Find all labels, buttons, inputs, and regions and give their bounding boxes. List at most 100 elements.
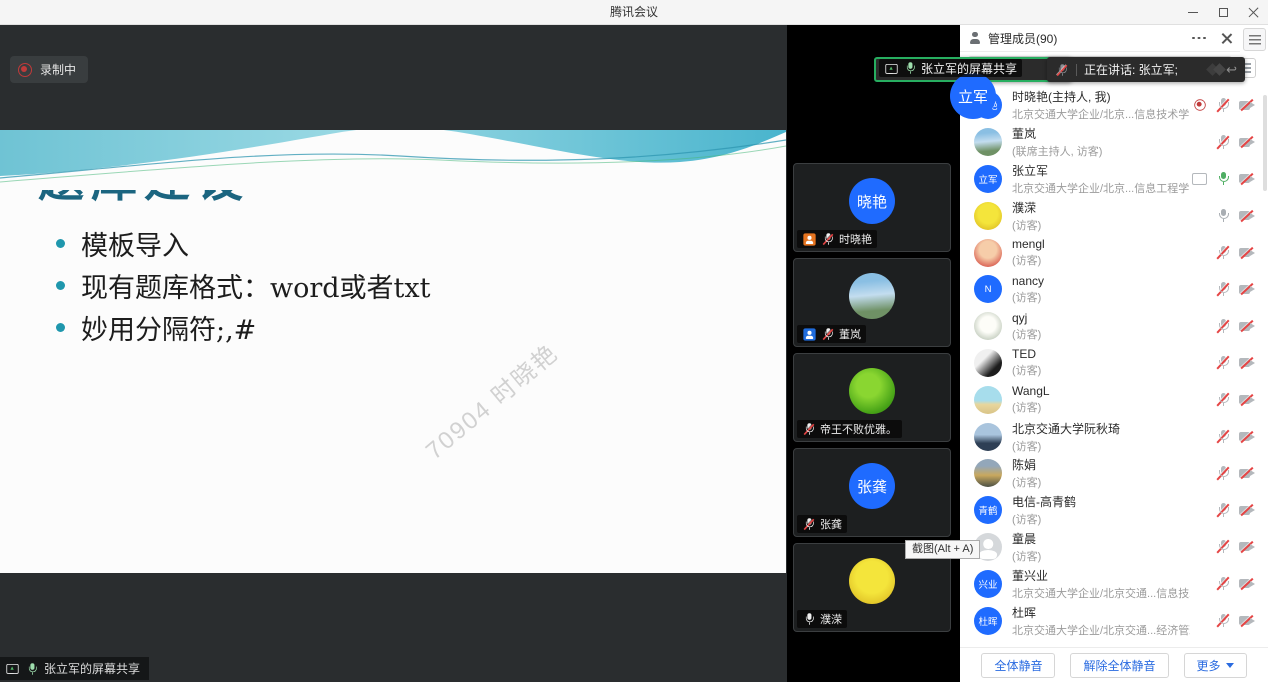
- mic-muted-icon[interactable]: [1216, 281, 1230, 297]
- mic-muted-icon[interactable]: [1216, 502, 1230, 518]
- member-row[interactable]: TED(访客): [960, 345, 1268, 382]
- camera-muted-icon[interactable]: [1239, 320, 1256, 332]
- member-row[interactable]: N nancy(访客): [960, 271, 1268, 308]
- member-row[interactable]: 濮溁(访客): [960, 197, 1268, 234]
- member-row[interactable]: qyj(访客): [960, 308, 1268, 345]
- avatar: [849, 273, 895, 319]
- thumbnail-label: 董岚: [797, 325, 866, 343]
- member-row[interactable]: 童晨(访客): [960, 529, 1268, 566]
- hamburger-icon: [1249, 35, 1261, 45]
- member-list[interactable]: 晓艳 时晓艳(主持人, 我)北京交通大学企业/北京...信息技术学院 董岚(联席…: [960, 87, 1268, 639]
- avatar: [974, 459, 1002, 487]
- member-sub: (访客): [1012, 474, 1041, 490]
- panel-menu-button[interactable]: [1243, 28, 1266, 51]
- video-thumbnail-strip: 立军 张立军的屏幕共享 晓艳 时晓艳 董岚: [787, 25, 960, 682]
- bullet-dot-icon: [56, 239, 65, 248]
- avatar: [974, 349, 1002, 377]
- member-sub: (访客): [1012, 438, 1120, 454]
- mic-muted-icon[interactable]: [1216, 465, 1230, 481]
- avatar: [974, 128, 1002, 156]
- camera-muted-icon[interactable]: [1239, 615, 1256, 627]
- mic-muted-icon[interactable]: [1216, 245, 1230, 261]
- camera-muted-icon[interactable]: [1239, 431, 1256, 443]
- member-row[interactable]: 立军 张立军北京交通大学企业/北京...信息工程学院: [960, 161, 1268, 198]
- member-row[interactable]: 北京交通大学阮秋琦(访客): [960, 418, 1268, 455]
- member-row[interactable]: 青鹤 电信-高青鹤(访客): [960, 492, 1268, 529]
- avatar: 立军: [950, 73, 996, 119]
- member-row[interactable]: 陈娟(访客): [960, 455, 1268, 492]
- member-name: TED: [1012, 347, 1041, 361]
- mic-muted-icon[interactable]: [1216, 355, 1230, 371]
- video-thumbnail-zhanggong[interactable]: 张龚 张龚: [793, 448, 951, 537]
- mic-muted-icon[interactable]: [1216, 134, 1230, 150]
- undo-arrow-icon: ↩: [1226, 63, 1237, 76]
- video-thumbnail-donglan[interactable]: 董岚: [793, 258, 951, 347]
- member-sub: (访客): [1012, 362, 1041, 378]
- avatar: [974, 386, 1002, 414]
- slide-bullet: 现有题库格式：word或者txt: [56, 264, 786, 306]
- mic-on-icon[interactable]: [1216, 171, 1230, 187]
- member-name: 北京交通大学阮秋琦: [1012, 420, 1120, 437]
- avatar: [849, 558, 895, 604]
- camera-muted-icon[interactable]: [1239, 541, 1256, 553]
- member-sub: 北京交通大学企业/北京...信息技术学院: [1012, 106, 1190, 122]
- video-thumbnail-shixiaoyan[interactable]: 晓艳 时晓艳: [793, 163, 951, 252]
- camera-muted-icon[interactable]: [1239, 99, 1256, 111]
- member-sub: 北京交通大学企业/北京交通...信息技术学院: [1012, 585, 1190, 601]
- thumbnail-label: 帝王不败优雅。: [797, 420, 902, 438]
- close-button[interactable]: [1238, 0, 1268, 25]
- camera-muted-icon[interactable]: [1239, 467, 1256, 479]
- video-thumbnail-zhanglijun[interactable]: 立军 张立军的屏幕共享: [874, 57, 1072, 82]
- bullet-dot-icon: [56, 323, 65, 332]
- mic-muted-icon[interactable]: [1216, 318, 1230, 334]
- member-row[interactable]: 兴业 董兴业北京交通大学企业/北京交通...信息技术学院: [960, 565, 1268, 602]
- mic-muted-icon[interactable]: [1216, 539, 1230, 555]
- camera-muted-icon[interactable]: [1239, 578, 1256, 590]
- avatar: 晓艳: [849, 178, 895, 224]
- camera-muted-icon[interactable]: [1239, 136, 1256, 148]
- camera-muted-icon[interactable]: [1239, 247, 1256, 259]
- mic-muted-icon[interactable]: [1216, 429, 1230, 445]
- minimize-button[interactable]: [1178, 0, 1208, 25]
- member-name: WangL: [1012, 384, 1050, 398]
- camera-muted-icon[interactable]: [1239, 173, 1256, 185]
- video-thumbnail-diwang[interactable]: 帝王不败优雅。: [793, 353, 951, 442]
- mic-muted-icon[interactable]: [1216, 97, 1230, 113]
- slide-wave-decoration: [0, 130, 786, 190]
- mic-muted-icon[interactable]: [1216, 392, 1230, 408]
- screen-share-icon: [885, 63, 897, 74]
- host-badge-icon: [803, 233, 815, 245]
- member-row[interactable]: mengl(访客): [960, 234, 1268, 271]
- camera-muted-icon[interactable]: [1239, 394, 1256, 406]
- member-row[interactable]: WangL(访客): [960, 381, 1268, 418]
- maximize-button[interactable]: [1208, 0, 1238, 25]
- screenshot-tooltip: 截图(Alt + A): [905, 540, 980, 559]
- member-sub: (访客): [1012, 217, 1041, 233]
- more-options-icon[interactable]: [1192, 37, 1207, 40]
- mute-all-button[interactable]: 全体静音: [981, 653, 1055, 678]
- camera-muted-icon[interactable]: [1239, 504, 1256, 516]
- member-name: mengl: [1012, 237, 1045, 251]
- unmute-all-button[interactable]: 解除全体静音: [1070, 653, 1168, 678]
- close-panel-icon[interactable]: [1221, 33, 1232, 44]
- screen-share-badge: 张立军的屏幕共享: [0, 657, 149, 680]
- overlay-decoration: ↩: [1208, 63, 1237, 76]
- avatar: 兴业: [974, 570, 1002, 598]
- more-button[interactable]: 更多: [1184, 653, 1247, 678]
- recording-icon: [1194, 100, 1205, 111]
- member-name: 杜晖: [1012, 604, 1190, 621]
- speaking-text: 正在讲话: 张立军;: [1084, 61, 1178, 78]
- member-name: 童晨: [1012, 530, 1041, 547]
- avatar: 立军: [974, 165, 1002, 193]
- camera-muted-icon[interactable]: [1239, 283, 1256, 295]
- member-row[interactable]: 晓艳 时晓艳(主持人, 我)北京交通大学企业/北京...信息技术学院: [960, 87, 1268, 124]
- mic-unmuted-icon[interactable]: [1216, 208, 1230, 224]
- mic-muted-icon[interactable]: [1216, 613, 1230, 629]
- camera-muted-icon[interactable]: [1239, 210, 1256, 222]
- member-row[interactable]: 杜晖 杜晖北京交通大学企业/北京交通...经济管理学院: [960, 602, 1268, 639]
- member-row[interactable]: 董岚(联席主持人, 访客): [960, 124, 1268, 161]
- scrollbar[interactable]: [1263, 95, 1267, 191]
- mic-muted-icon[interactable]: [1216, 576, 1230, 592]
- camera-muted-icon[interactable]: [1239, 357, 1256, 369]
- cohost-badge-icon: [803, 328, 815, 340]
